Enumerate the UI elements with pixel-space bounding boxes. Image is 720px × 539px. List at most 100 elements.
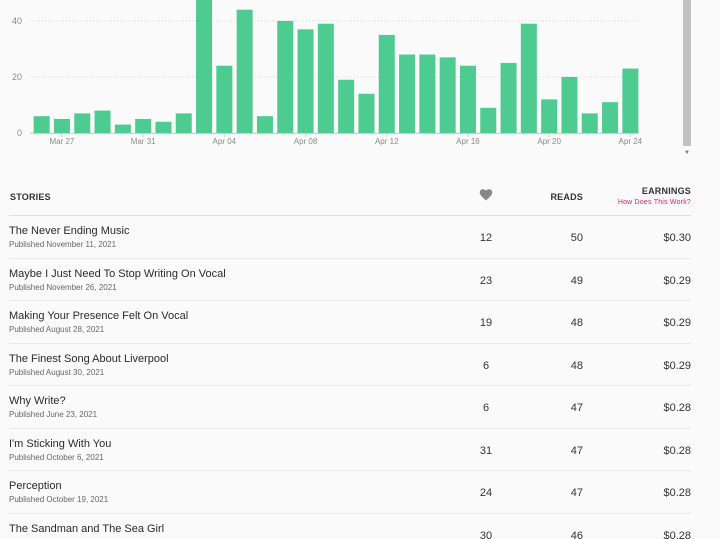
story-earnings: $0.29 [663, 274, 691, 287]
header-earnings-label: EARNINGS [641, 186, 691, 196]
reads-chart: 0 20 40 Mar 27 Mar 31 Apr 04 Apr 08 Apr 12 Apr 1… [0, 0, 720, 160]
story-title[interactable]: The Never Ending Music [9, 225, 129, 237]
story-published-date: Published October 6, 2021 [9, 452, 104, 462]
table-row[interactable]: Maybe I Just Need To Stop Writing On Voc… [9, 259, 691, 301]
story-published-date: Published October 19, 2021 [9, 495, 109, 504]
x-tick-label: Apr 08 [294, 137, 318, 146]
bar[interactable] [53, 118, 70, 133]
table-row[interactable]: I'm Sticking With You Published October 6… [9, 429, 691, 471]
story-reads: 46 [570, 529, 583, 539]
bar[interactable] [622, 68, 639, 133]
story-reads: 47 [570, 444, 583, 457]
header-reads[interactable]: READS [550, 192, 583, 202]
bar[interactable] [399, 54, 416, 133]
story-published-date: Published November 26, 2021 [9, 282, 117, 292]
table-row[interactable]: The Finest Song About Liverpool Published… [9, 344, 691, 386]
stories-table: STORIES READS EARNINGS How Does This Wor… [9, 176, 691, 539]
x-tick-label: Apr 24 [619, 137, 643, 146]
bar[interactable] [256, 116, 273, 133]
table-row[interactable]: Perception Published October 19, 2021 24 47… [9, 471, 691, 514]
bar[interactable] [581, 113, 598, 133]
story-published-date: Published August 28, 2021 [9, 325, 105, 334]
story-reads: 47 [570, 402, 583, 414]
story-published-date: Published June 23, 2021 [9, 410, 98, 419]
bar[interactable] [114, 124, 131, 133]
x-tick-label: Mar 27 [49, 137, 74, 146]
story-reads: 50 [570, 232, 583, 244]
bar[interactable] [33, 116, 50, 133]
heart-icon[interactable] [479, 189, 493, 201]
bar[interactable] [74, 113, 91, 133]
story-likes: 6 [482, 402, 490, 414]
bar[interactable] [317, 23, 334, 133]
y-tick-label: 0 [17, 128, 22, 138]
story-earnings: $0.29 [663, 359, 691, 372]
story-likes: 19 [479, 317, 493, 329]
bar[interactable] [439, 57, 456, 133]
bar[interactable] [216, 65, 233, 133]
bar[interactable] [155, 121, 172, 133]
table-row[interactable]: Making Your Presence Felt On Vocal Publis… [9, 301, 691, 344]
story-reads: 49 [570, 274, 583, 287]
story-likes: 30 [479, 529, 493, 539]
table-body: The Never Ending Music Published November… [9, 216, 691, 539]
x-tick-label: Apr 04 [213, 137, 237, 146]
bar[interactable] [541, 99, 558, 133]
bar[interactable] [297, 29, 314, 134]
table-row[interactable]: The Sandman and The Sea Girl 30 46 $0.28 [9, 514, 691, 539]
bar[interactable] [236, 9, 253, 133]
story-title[interactable]: Maybe I Just Need To Stop Writing On Voc… [9, 268, 226, 280]
story-earnings: $0.28 [663, 529, 691, 539]
how-does-this-work-link[interactable]: How Does This Work? [618, 199, 691, 206]
bar[interactable] [419, 54, 436, 133]
story-likes: 23 [479, 274, 493, 287]
header-stories[interactable]: STORIES [10, 192, 51, 202]
bar[interactable] [338, 79, 355, 133]
story-reads: 48 [570, 317, 583, 329]
story-earnings: $0.30 [663, 232, 691, 244]
table-header: STORIES READS EARNINGS How Does This Wor… [9, 176, 691, 216]
bar[interactable] [378, 34, 395, 134]
story-earnings: $0.28 [663, 487, 691, 499]
x-tick-label: Mar 31 [131, 137, 156, 146]
bar[interactable] [500, 62, 517, 133]
bar[interactable] [196, 0, 213, 133]
bar[interactable] [277, 20, 294, 134]
bar[interactable] [94, 110, 111, 133]
story-likes: 12 [479, 232, 493, 244]
x-tick-label: Apr 16 [456, 137, 480, 146]
x-tick-label: Apr 12 [375, 137, 399, 146]
story-likes: 24 [479, 487, 493, 499]
bar[interactable] [459, 65, 476, 133]
bar[interactable] [480, 107, 497, 133]
story-title[interactable]: I'm Sticking With You [9, 438, 111, 450]
bar[interactable] [602, 102, 619, 133]
bar[interactable] [175, 113, 192, 133]
reads-bar-chart: 0 20 40 Mar 27 Mar 31 Apr 04 Apr 08 Apr 12 Apr 1… [12, 0, 643, 146]
story-title[interactable]: Why Write? [9, 395, 66, 407]
header-earnings[interactable]: EARNINGS How Does This Work? [618, 186, 691, 206]
scroll-down-arrow-icon[interactable]: ▼ [683, 148, 691, 158]
story-title[interactable]: The Sandman and The Sea Girl [9, 523, 164, 535]
story-earnings: $0.28 [663, 402, 691, 414]
table-row[interactable]: Why Write? Published June 23, 2021 6 47 $0.2… [9, 386, 691, 429]
story-title[interactable]: The Finest Song About Liverpool [9, 353, 169, 365]
bar[interactable] [520, 23, 537, 133]
story-reads: 47 [570, 487, 583, 499]
scrollbar-thumb[interactable] [683, 0, 691, 146]
story-likes: 6 [482, 359, 490, 372]
bar[interactable] [135, 118, 152, 133]
x-tick-label: Apr 20 [537, 137, 561, 146]
story-earnings: $0.29 [663, 317, 691, 329]
story-title[interactable]: Making Your Presence Felt On Vocal [9, 310, 188, 322]
bar[interactable] [561, 76, 578, 133]
table-row[interactable]: The Never Ending Music Published November… [9, 216, 691, 259]
story-title[interactable]: Perception [9, 480, 62, 492]
story-published-date: Published November 11, 2021 [9, 240, 117, 249]
bar[interactable] [358, 93, 375, 133]
y-tick-label: 20 [12, 72, 22, 82]
story-earnings: $0.28 [663, 444, 691, 457]
y-tick-label: 40 [12, 16, 22, 26]
chart-scrollbar[interactable]: ▼ [683, 0, 691, 158]
story-reads: 48 [570, 359, 583, 372]
